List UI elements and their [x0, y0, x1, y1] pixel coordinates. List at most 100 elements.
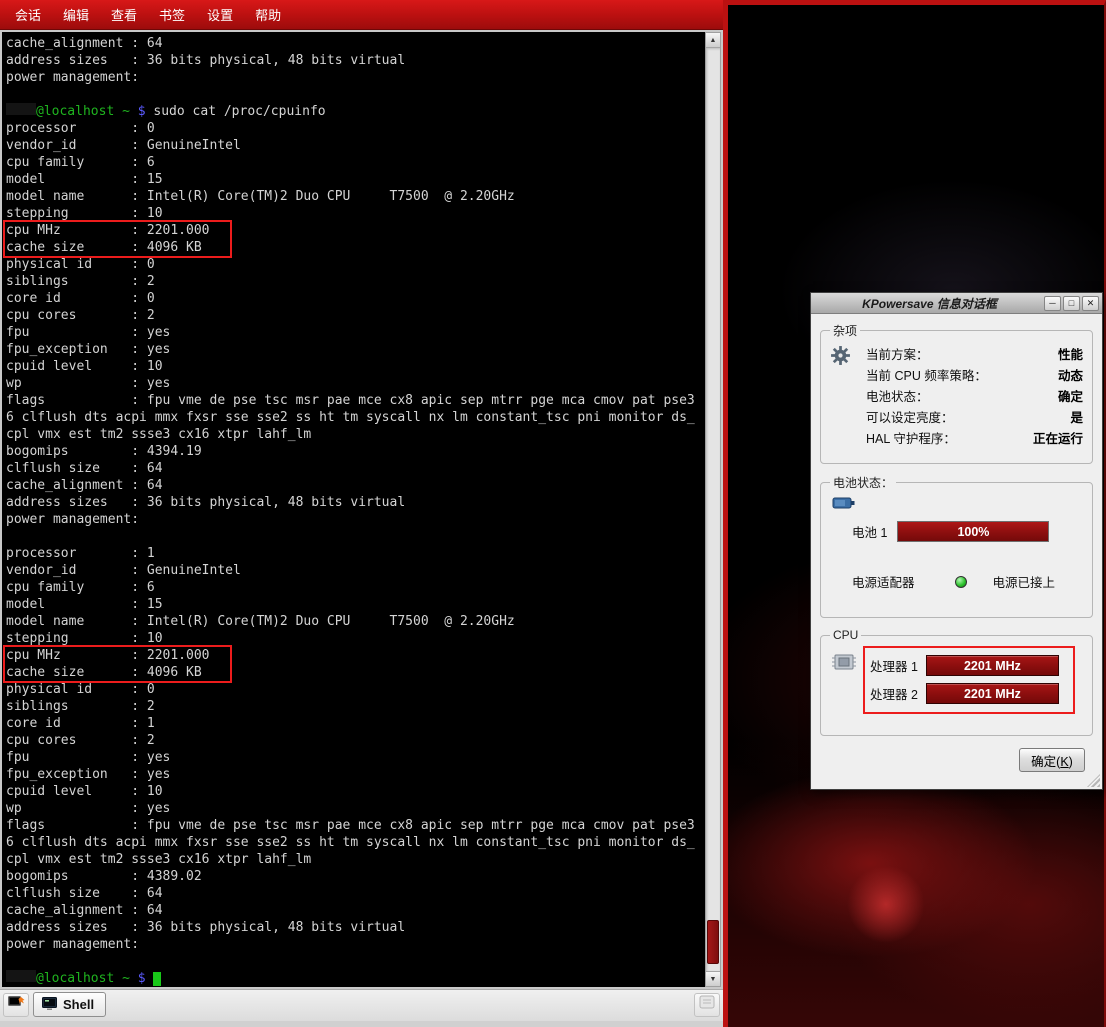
terminal-line: vendor_id : GenuineIntel	[2, 562, 705, 579]
misc-group-legend: 杂项	[830, 322, 860, 339]
new-session-icon	[8, 995, 25, 1015]
prompt-symbol: $	[138, 971, 146, 986]
info-row: 当前方案：性能	[866, 343, 1083, 364]
dialog-titlebar[interactable]: KPowersave 信息对话框 ─ □ ✕	[811, 293, 1102, 314]
cpu-label: 处理器 2	[870, 684, 918, 703]
info-label: 可以设定亮度：	[866, 407, 954, 426]
info-value: 正在运行	[1033, 428, 1083, 447]
terminal-line: bogomips : 4389.02	[2, 868, 705, 885]
window-bottom-edge	[0, 1021, 723, 1027]
battery-progress: 100%	[897, 521, 1049, 542]
cpu-label: 处理器 1	[870, 656, 918, 675]
menu-view[interactable]: 查看	[100, 0, 148, 29]
resize-grip[interactable]	[1087, 774, 1100, 787]
scrollbar-down-icon[interactable]: ▼	[706, 971, 720, 986]
terminal-window: 会话编辑查看书签设置帮助 cache_alignment : 64address…	[0, 0, 723, 1027]
menu-bookmarks[interactable]: 书签	[148, 0, 196, 29]
terminal-icon	[42, 997, 57, 1013]
close-icon[interactable]: ✕	[1082, 296, 1099, 311]
gear-icon	[830, 341, 858, 448]
terminal-line: clflush size : 64	[2, 460, 705, 477]
terminal-line: bogomips : 4394.19	[2, 443, 705, 460]
info-row: 当前 CPU 频率策略： 动态	[866, 364, 1083, 385]
battery-label: 电池 1	[852, 522, 887, 541]
terminal-line: 6 clflush dts acpi mmx fxsr sse sse2 ss …	[2, 834, 705, 851]
terminal-cursor	[153, 972, 161, 986]
info-value: 是	[1070, 407, 1083, 426]
cpu-row: 处理器 1 2201 MHz	[870, 653, 1059, 678]
battery-group-legend: 电池状态：	[830, 474, 896, 491]
prompt-host: @localhost ~	[36, 104, 130, 119]
prompt-line: @localhost ~ $ sudo cat /proc/cpuinfo	[2, 103, 705, 120]
terminal-line: cpuid level : 10	[2, 358, 705, 375]
cpu-frequency-bar: 2201 MHz	[926, 655, 1059, 676]
redacted-username	[6, 103, 36, 115]
cpu-group: CPU 处理器 1 2201 MHz 处理器 22201 MHz	[820, 628, 1093, 736]
terminal-line: address sizes : 36 bits physical, 48 bit…	[2, 494, 705, 511]
menu-settings[interactable]: 设置	[196, 0, 244, 29]
terminal-line: cpl vmx est tm2 ssse3 cx16 xtpr lahf_lm	[2, 426, 705, 443]
scrollbar-track[interactable]	[706, 48, 720, 971]
info-value: 确定	[1058, 386, 1083, 405]
cpu-rows: 处理器 1 2201 MHz 处理器 22201 MHz	[870, 648, 1059, 711]
cpu-group-legend: CPU	[830, 628, 861, 642]
battery-progress-fill: 100%	[898, 522, 1048, 541]
prompt-host: @localhost ~	[36, 971, 130, 986]
menu-session[interactable]: 会话	[4, 0, 52, 29]
terminal-line: cpl vmx est tm2 ssse3 cx16 xtpr lahf_lm	[2, 851, 705, 868]
terminal-line: cpu cores : 2	[2, 732, 705, 749]
terminal-scrollbar[interactable]: ▲ ▼	[705, 32, 721, 987]
terminal-line: cpu cores : 2	[2, 307, 705, 324]
info-label: 当前 CPU 频率策略：	[866, 365, 987, 384]
terminal-line: wp : yes	[2, 375, 705, 392]
cpu-row: 处理器 22201 MHz	[870, 681, 1059, 706]
prompt-line: @localhost ~ $	[2, 970, 705, 987]
terminal-line: physical id : 0	[2, 681, 705, 698]
info-label: 当前方案：	[866, 344, 929, 363]
terminal-line: model : 15	[2, 171, 705, 188]
scrollbar-up-icon[interactable]: ▲	[706, 33, 720, 48]
info-row: 可以设定亮度： 是	[866, 406, 1083, 427]
ok-button[interactable]: 确定(K)	[1019, 748, 1085, 772]
tab-shell[interactable]: Shell	[33, 992, 106, 1017]
session-list-icon	[699, 995, 715, 1014]
terminal-body: cache_alignment : 64address sizes : 36 b…	[0, 30, 723, 989]
terminal-line: model : 15	[2, 596, 705, 613]
redacted-username	[6, 970, 36, 982]
menu-help[interactable]: 帮助	[244, 0, 292, 29]
menu-edit[interactable]: 编辑	[52, 0, 100, 29]
terminal-line: wp : yes	[2, 800, 705, 817]
info-value: 动态	[1058, 365, 1083, 384]
battery-icon	[832, 497, 856, 514]
terminal-line: power management:	[2, 511, 705, 528]
terminal-line: cache_alignment : 64	[2, 35, 705, 52]
terminal-line: cache_alignment : 64	[2, 477, 705, 494]
terminal-line: cpu family : 6	[2, 579, 705, 596]
maximize-icon[interactable]: □	[1063, 296, 1080, 311]
battery-group: 电池状态： 电池 1 100% 电源适配器 电源已接上	[820, 474, 1093, 618]
prompt-symbol: $	[138, 104, 146, 119]
terminal-line: cpu family : 6	[2, 154, 705, 171]
terminal-line: power management:	[2, 936, 705, 953]
terminal-line: fpu_exception : yes	[2, 766, 705, 783]
terminal-line: siblings : 2	[2, 273, 705, 290]
session-list-button[interactable]	[694, 993, 720, 1017]
terminal-line: fpu : yes	[2, 749, 705, 766]
terminal-line: fpu_exception : yes	[2, 341, 705, 358]
terminal-tabbar: Shell	[0, 989, 723, 1021]
terminal-line: 6 clflush dts acpi mmx fxsr sse sse2 ss …	[2, 409, 705, 426]
terminal-line: address sizes : 36 bits physical, 48 bit…	[2, 52, 705, 69]
terminal-line: cpuid level : 10	[2, 783, 705, 800]
terminal-line: physical id : 0	[2, 256, 705, 273]
scrollbar-thumb[interactable]	[707, 920, 719, 964]
terminal-line: processor : 0	[2, 120, 705, 137]
terminal-line	[2, 953, 705, 970]
kpowersave-dialog: KPowersave 信息对话框 ─ □ ✕ 杂项 当前方案：性能当前 CPU …	[810, 292, 1103, 790]
new-session-button[interactable]	[3, 993, 29, 1017]
misc-rows: 当前方案：性能当前 CPU 频率策略：动态电池状态：确定可以设定亮度：是HAL …	[866, 341, 1083, 448]
terminal-screen[interactable]: cache_alignment : 64address sizes : 36 b…	[2, 32, 705, 987]
minimize-icon[interactable]: ─	[1044, 296, 1061, 311]
info-label: 电池状态：	[866, 386, 929, 405]
power-led-icon	[955, 576, 967, 588]
tab-label: Shell	[63, 997, 94, 1012]
